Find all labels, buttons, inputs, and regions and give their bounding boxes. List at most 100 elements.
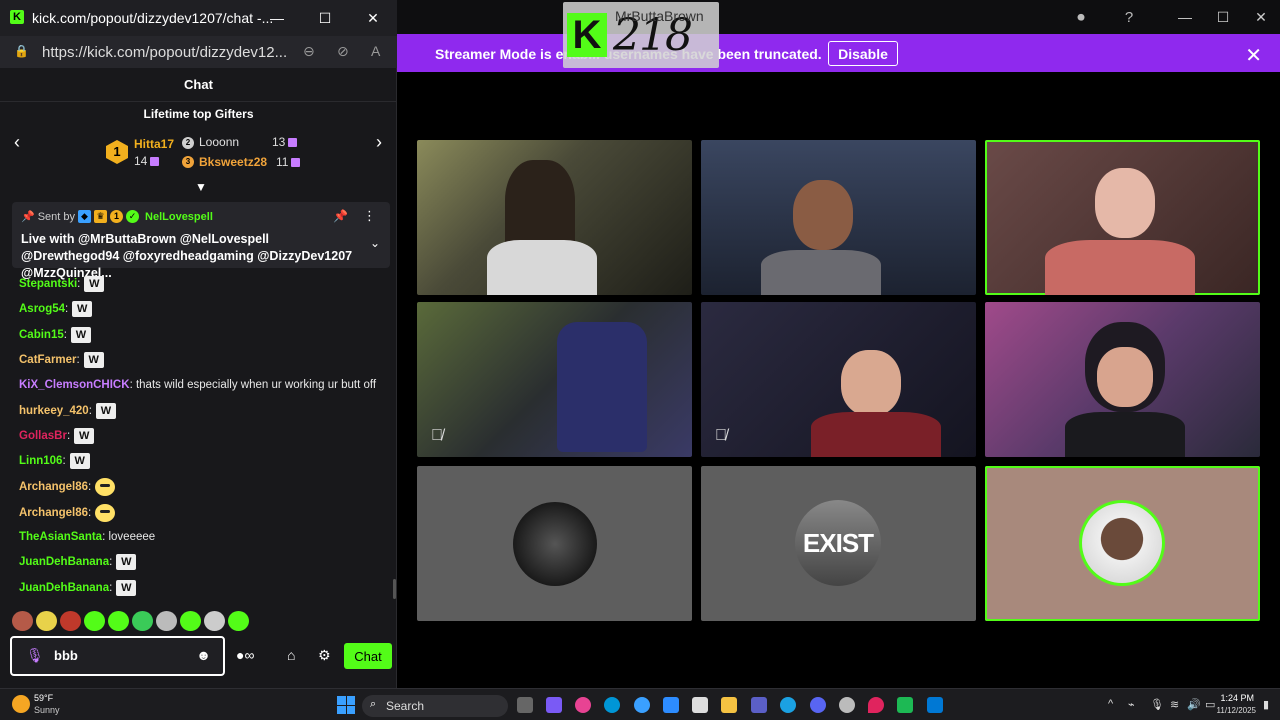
clock-time[interactable]: 1:24 PM <box>1220 693 1254 703</box>
chat-username[interactable]: Linn106 <box>19 455 62 467</box>
maximize-icon[interactable]: ☐ <box>301 0 349 36</box>
emoji-icon[interactable]: ☻ <box>196 647 211 663</box>
chat-username[interactable]: Archangel86 <box>19 507 88 519</box>
video-tile-4[interactable]: 🎙̸ <box>417 302 692 457</box>
settings-gear-icon[interactable]: ⚙ <box>318 647 331 664</box>
video-tile-2[interactable] <box>701 140 976 295</box>
minimize-icon[interactable]: — <box>253 0 301 36</box>
sent-by-label: Sent by <box>37 210 76 223</box>
settings-icon[interactable] <box>839 697 855 713</box>
weather-sun-icon[interactable] <box>12 695 30 713</box>
collapse-icon[interactable]: ▼ <box>195 180 207 194</box>
windows-taskbar: 59°F Sunny ⌕ Search ^ ⌁ 🎙 ≋ 🔊 ▭ 1:24 PM … <box>0 688 1280 720</box>
zoom-icon[interactable]: ⊖ <box>303 43 315 60</box>
address-bar[interactable]: 🔒 https://kick.com/popout/dizzydev12... … <box>0 36 397 68</box>
minimize-icon[interactable]: — <box>1166 0 1204 34</box>
chat-username[interactable]: TheAsianSanta <box>19 531 102 543</box>
gifter-name[interactable]: Looonn <box>199 135 239 149</box>
record-icon[interactable]: ⏺ <box>1070 8 1092 26</box>
store-app-icon[interactable] <box>692 697 708 713</box>
edge-dev-icon[interactable] <box>634 697 650 713</box>
video-tile-3[interactable] <box>985 140 1260 295</box>
more-options-icon[interactable]: ⋮ <box>363 208 376 224</box>
emote-icon[interactable] <box>204 611 225 631</box>
gifter-name[interactable]: Bksweetz28 <box>199 155 267 169</box>
chat-message: hurkeey_420: W <box>19 402 116 419</box>
chat-username[interactable]: CatFarmer <box>19 354 77 366</box>
clock-date[interactable]: 11/12/2025 <box>1217 706 1256 715</box>
chevron-down-icon[interactable]: ⌄ <box>370 236 380 250</box>
app-icon[interactable] <box>546 697 562 713</box>
volume-icon[interactable]: 🔊 <box>1187 698 1201 711</box>
chat-username[interactable]: Asrog54 <box>19 303 65 315</box>
video-tile-8[interactable]: EXIST <box>701 466 976 621</box>
chat-input[interactable]: 🎙 bbb ☻ <box>10 636 225 676</box>
file-explorer-icon[interactable] <box>721 697 737 713</box>
notification-icon[interactable]: ▮ <box>1263 698 1269 711</box>
windows-start-icon[interactable] <box>337 696 355 714</box>
task-view-icon[interactable] <box>517 697 533 713</box>
disable-button[interactable]: Disable <box>828 41 898 66</box>
send-chat-button[interactable]: Chat <box>344 643 392 669</box>
emote-icon[interactable] <box>108 611 129 631</box>
gifter-name[interactable]: Hitta17 <box>134 137 174 151</box>
video-tile-6[interactable] <box>985 302 1260 457</box>
close-icon[interactable]: ✕ <box>1242 0 1280 34</box>
mic-icon[interactable]: 🎙 <box>26 647 44 664</box>
pin-icon[interactable]: 📌 <box>333 209 348 223</box>
video-tile-9[interactable] <box>985 466 1260 621</box>
pinned-user[interactable]: NelLovespell <box>145 211 213 223</box>
emote-icon[interactable] <box>60 611 81 631</box>
mic-tray-icon[interactable]: 🎙 <box>1150 698 1164 711</box>
chat-username[interactable]: Stepantski <box>19 278 77 290</box>
chevron-up-icon[interactable]: ^ <box>1108 698 1113 710</box>
store-icon[interactable]: ⌂ <box>287 647 295 663</box>
chat-separator: : <box>88 481 92 494</box>
teams-icon[interactable] <box>751 697 767 713</box>
discord-icon[interactable] <box>810 697 826 713</box>
emote-icon[interactable] <box>84 611 105 631</box>
edge-icon[interactable] <box>780 697 796 713</box>
screen: ⏺ ? — ☐ ✕ Streamer Mode is enab... usern… <box>0 0 1280 720</box>
wifi-icon[interactable]: ≋ <box>1170 698 1179 711</box>
copilot-icon[interactable] <box>575 697 591 713</box>
zoom-app-icon[interactable] <box>663 697 679 713</box>
chat-username[interactable]: hurkeey_420 <box>19 405 89 417</box>
maximize-icon[interactable]: ☐ <box>1204 0 1242 34</box>
chevron-right-icon[interactable]: › <box>376 132 382 153</box>
emote-icon[interactable] <box>180 611 201 631</box>
emote-icon[interactable] <box>156 611 177 631</box>
video-tile-7[interactable] <box>417 466 692 621</box>
tracking-prevention-icon[interactable]: ⊘ <box>337 43 349 60</box>
emote-icon[interactable] <box>12 611 33 631</box>
chat-username[interactable]: JuanDehBanana <box>19 556 109 568</box>
weather-temp[interactable]: 59°F <box>34 693 53 703</box>
chat-username[interactable]: Archangel86 <box>19 481 88 493</box>
emote-icon[interactable] <box>36 611 57 631</box>
kicks-icon[interactable]: ●∞ <box>236 647 254 663</box>
network-icon[interactable]: ⌁ <box>1128 698 1135 711</box>
chat-username[interactable]: JuanDehBanana <box>19 582 109 594</box>
chat-scrollbar[interactable] <box>393 579 396 599</box>
url-text[interactable]: https://kick.com/popout/dizzydev12... <box>42 44 287 61</box>
emote-icon[interactable] <box>228 611 249 631</box>
help-icon[interactable]: ? <box>1118 8 1140 26</box>
video-tile-5[interactable]: 🎙̸ <box>701 302 976 457</box>
chevron-left-icon[interactable]: ‹ <box>14 132 20 153</box>
close-icon[interactable]: ✕ <box>349 0 397 36</box>
chat-username[interactable]: GollasBr <box>19 430 67 442</box>
hp-icon[interactable] <box>604 697 620 713</box>
chat-input-value[interactable]: bbb <box>54 648 78 663</box>
weather-condition[interactable]: Sunny <box>34 705 60 715</box>
app-icon[interactable] <box>897 697 913 713</box>
app-icon[interactable] <box>927 697 943 713</box>
maps-icon[interactable] <box>868 697 884 713</box>
battery-icon[interactable]: ▭ <box>1205 698 1215 711</box>
chat-username[interactable]: KiX_ClemsonCHICK <box>19 379 130 391</box>
taskbar-search[interactable]: ⌕ Search <box>362 695 508 717</box>
banner-close-icon[interactable]: ✕ <box>1245 43 1262 68</box>
video-tile-1[interactable] <box>417 140 692 295</box>
read-aloud-icon[interactable]: A <box>371 43 380 59</box>
chat-username[interactable]: Cabin15 <box>19 329 64 341</box>
emote-icon[interactable] <box>132 611 153 631</box>
